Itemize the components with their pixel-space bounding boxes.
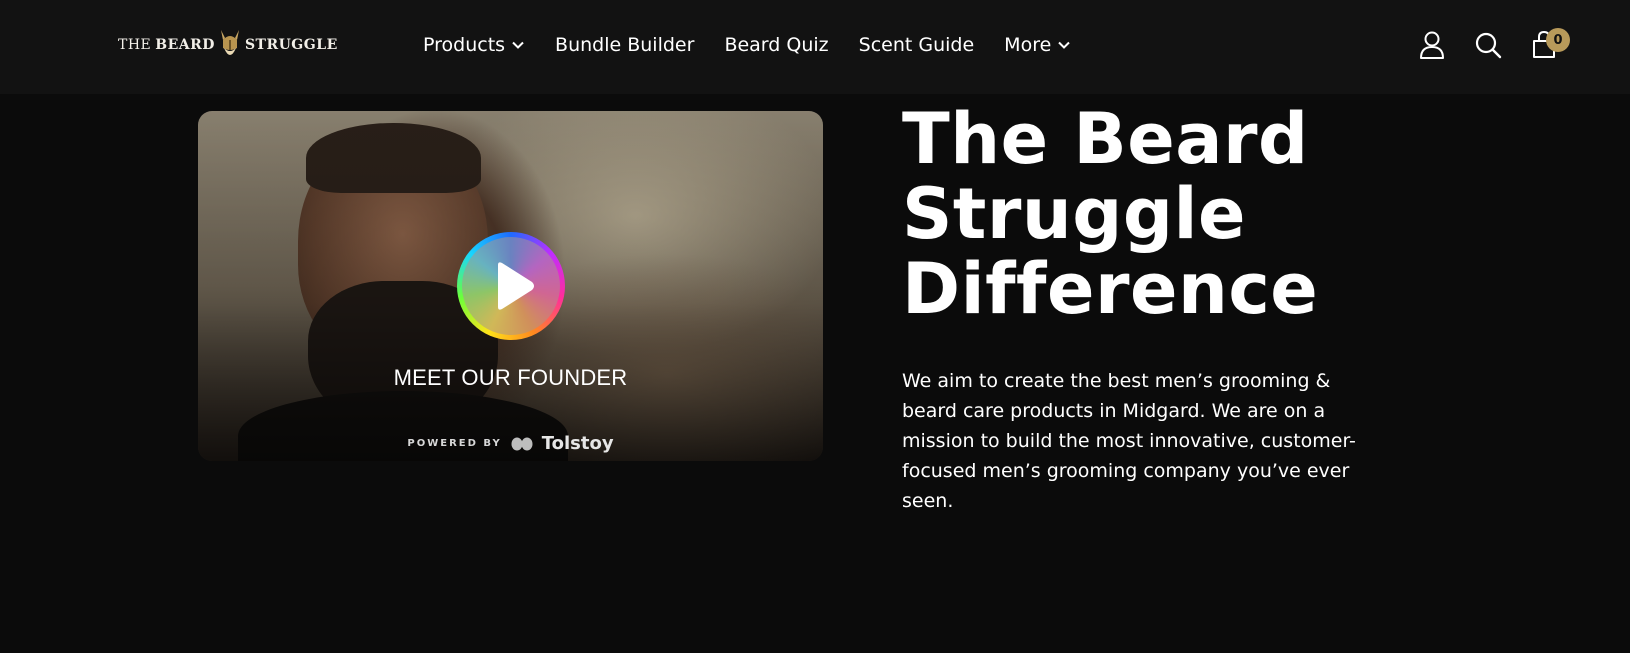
hero-headline: The Beard Struggle Difference xyxy=(902,102,1422,327)
founder-video-card[interactable]: MEET OUR FOUNDER POWERED BY Tolstoy xyxy=(198,111,823,461)
play-button[interactable] xyxy=(457,232,565,340)
nav-label-more: More xyxy=(1004,34,1052,56)
nav-item-bundle-builder[interactable]: Bundle Builder xyxy=(555,34,694,56)
cart-count-badge: 0 xyxy=(1546,28,1570,52)
powered-by-label: POWERED BY xyxy=(407,438,502,449)
nav-label-beard-quiz: Beard Quiz xyxy=(724,34,829,56)
tolstoy-logo-icon xyxy=(511,437,533,450)
nav-item-more[interactable]: More xyxy=(1004,34,1071,56)
play-button-inner xyxy=(462,237,560,335)
site-header: THE BEARD STRUGGLE Products Bundle Build… xyxy=(0,0,1630,94)
brand-logo[interactable]: THE BEARD STRUGGLE xyxy=(118,26,338,64)
nav-item-scent-guide[interactable]: Scent Guide xyxy=(859,34,975,56)
hero-description: We aim to create the best men’s grooming… xyxy=(902,370,1356,512)
search-button[interactable] xyxy=(1474,30,1502,60)
account-button[interactable] xyxy=(1418,30,1446,60)
logo-text-struggle: STRUGGLE xyxy=(244,37,338,53)
cart-button[interactable]: 0 xyxy=(1530,28,1570,60)
account-icon xyxy=(1420,31,1444,59)
tolstoy-brand-name: Tolstoy xyxy=(541,433,614,454)
video-title: MEET OUR FOUNDER xyxy=(393,365,628,390)
nav-item-beard-quiz[interactable]: Beard Quiz xyxy=(724,34,828,56)
headline-line-3: Difference xyxy=(902,248,1319,330)
nav-label-scent-guide: Scent Guide xyxy=(858,34,975,56)
play-icon xyxy=(498,262,534,310)
header-icons: 0 xyxy=(1418,27,1570,63)
powered-by-tolstoy[interactable]: POWERED BY Tolstoy xyxy=(198,433,823,454)
chevron-down-icon xyxy=(512,41,524,49)
logo-text-the: THE xyxy=(118,37,152,53)
headline-line-1: The Beard xyxy=(902,98,1309,180)
nav-label-products: Products xyxy=(423,34,506,56)
nav-label-bundle-builder: Bundle Builder xyxy=(555,34,695,56)
headline-line-2: Struggle xyxy=(902,173,1246,255)
logo-text-beard: BEARD xyxy=(155,37,215,53)
main-nav: Products Bundle Builder Beard Quiz Scent… xyxy=(423,30,1101,60)
search-icon xyxy=(1475,32,1502,59)
chevron-down-icon xyxy=(1058,41,1070,49)
nav-item-products[interactable]: Products xyxy=(423,34,525,56)
viking-helmet-icon xyxy=(220,30,239,55)
